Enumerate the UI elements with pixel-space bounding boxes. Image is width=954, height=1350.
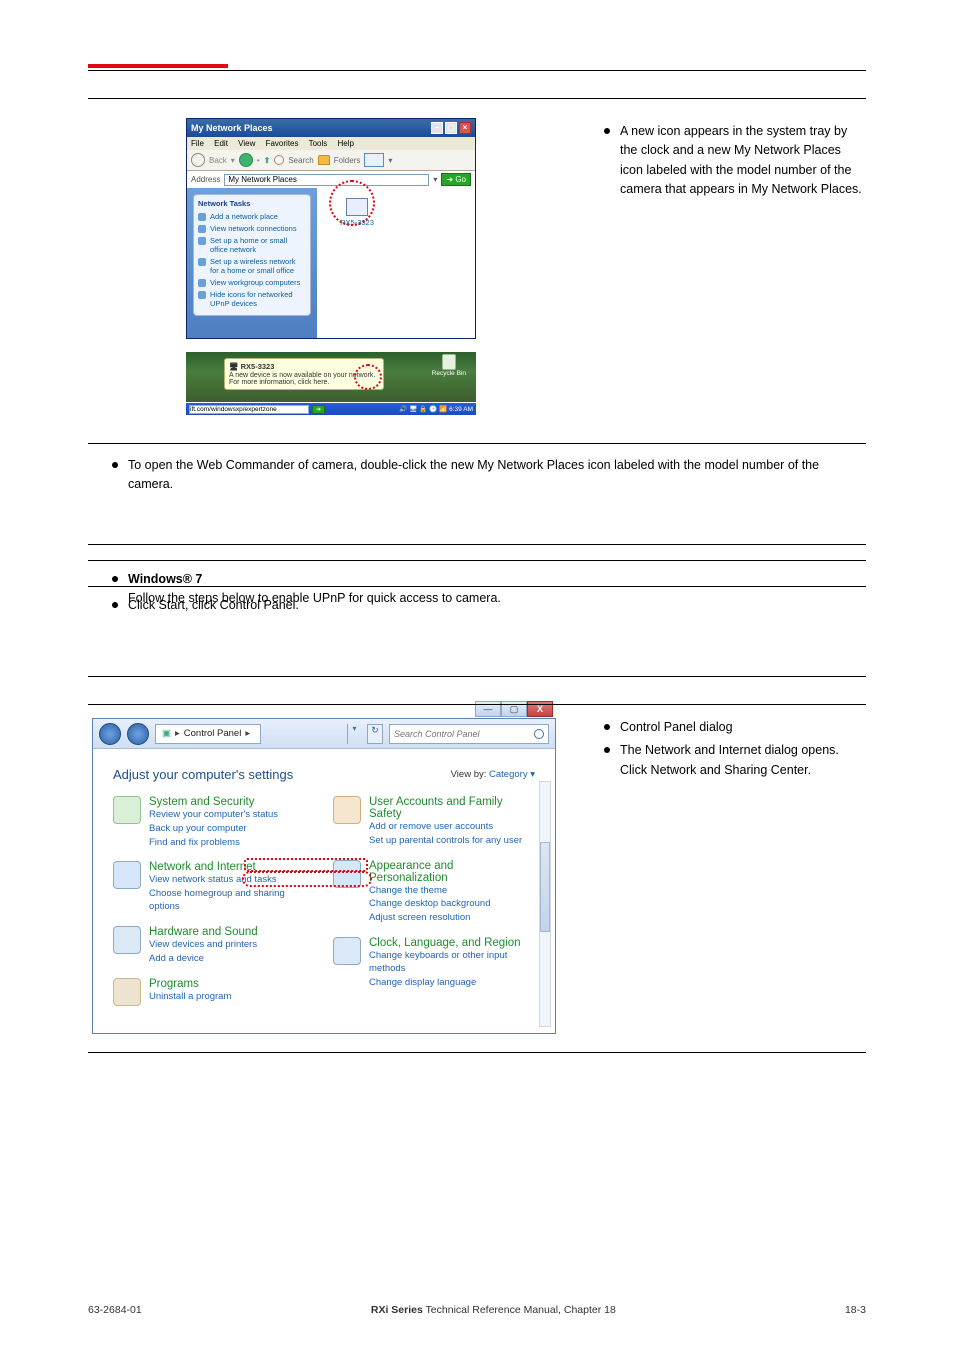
xp-side-panel: Network Tasks Add a network place View n…	[187, 188, 317, 338]
bullet-icon	[112, 602, 118, 608]
page-footer: 63-2684-01 RXi Series Technical Referenc…	[88, 1304, 866, 1316]
cp-programs[interactable]: Programs Uninstall a program	[113, 978, 315, 1006]
bullet-3: Click Start, click Control Panel.	[128, 596, 866, 615]
go-button-2[interactable]: ➔	[312, 405, 325, 414]
row-divider	[88, 676, 866, 677]
footer-ref: Technical Reference Manual, Chapter 18	[426, 1304, 616, 1316]
footer-doc: 63-2684-01	[88, 1304, 142, 1316]
shield-icon	[113, 796, 141, 824]
task-add-network-place[interactable]: Add a network place	[198, 212, 306, 221]
brand-rule	[88, 64, 228, 68]
bullet-1: A new icon appears in the system tray by…	[620, 122, 866, 200]
footer-page: 18-3	[845, 1304, 866, 1316]
tray-icons: 🔊 🖥 🔒 🕑 📶	[399, 405, 447, 413]
xp-taskbar: ➔ 🔊 🖥 🔒 🕑 📶 6:39 AM	[186, 403, 476, 415]
task-view-connections[interactable]: View network connections	[198, 224, 306, 233]
row-divider	[88, 560, 866, 561]
bullet-icon	[112, 462, 118, 468]
highlight-tray-icon	[354, 364, 382, 390]
row-divider	[88, 704, 866, 705]
programs-icon	[113, 978, 141, 1006]
cp-clock-language[interactable]: Clock, Language, and Region Change keybo…	[333, 937, 535, 989]
cp-hardware-sound[interactable]: Hardware and Sound View devices and prin…	[113, 926, 315, 966]
user-icon	[333, 796, 361, 824]
bullet-6: The Network and Internet dialog opens. C…	[620, 741, 866, 780]
task-setup-wireless-network[interactable]: Set up a wireless network for a home or …	[198, 257, 306, 275]
row-divider	[88, 544, 866, 545]
taskbar-address[interactable]	[189, 405, 309, 414]
clock: 6:39 AM	[449, 406, 473, 413]
bullet-2: To open the Web Commander of camera, dou…	[128, 456, 866, 495]
bullet-icon	[604, 128, 610, 134]
header-divider	[88, 70, 866, 71]
balloon-title: RX5-3323	[241, 362, 275, 371]
bullet-icon	[604, 747, 610, 753]
recycle-bin-label: Recycle Bin	[432, 370, 466, 377]
recycle-bin-icon	[442, 354, 456, 370]
row-divider	[88, 443, 866, 444]
highlight-network-internet	[242, 871, 372, 887]
footer-model: RXi Series	[371, 1304, 423, 1316]
highlight-find-problems	[244, 858, 368, 872]
task-hide-upnp-icons[interactable]: Hide icons for networked UPnP devices	[198, 290, 306, 308]
recycle-bin[interactable]: Recycle Bin	[432, 354, 466, 377]
scrollbar[interactable]	[539, 781, 551, 1027]
printer-icon	[113, 926, 141, 954]
bullet-icon	[604, 724, 610, 730]
row-divider	[88, 1052, 866, 1053]
cp-system-security[interactable]: System and Security Review your computer…	[113, 796, 315, 849]
row-divider	[88, 98, 866, 99]
row-divider	[88, 586, 866, 587]
globe-icon	[113, 861, 141, 889]
scrollbar-thumb[interactable]	[540, 842, 550, 932]
bullet-5: Control Panel dialog	[620, 718, 866, 737]
task-setup-home-network[interactable]: Set up a home or small office network	[198, 236, 306, 254]
task-view-workgroup[interactable]: View workgroup computers	[198, 278, 306, 287]
bullet-icon	[112, 576, 118, 582]
clock-icon	[333, 937, 361, 965]
cp-user-accounts[interactable]: User Accounts and Family Safety Add or r…	[333, 796, 535, 848]
